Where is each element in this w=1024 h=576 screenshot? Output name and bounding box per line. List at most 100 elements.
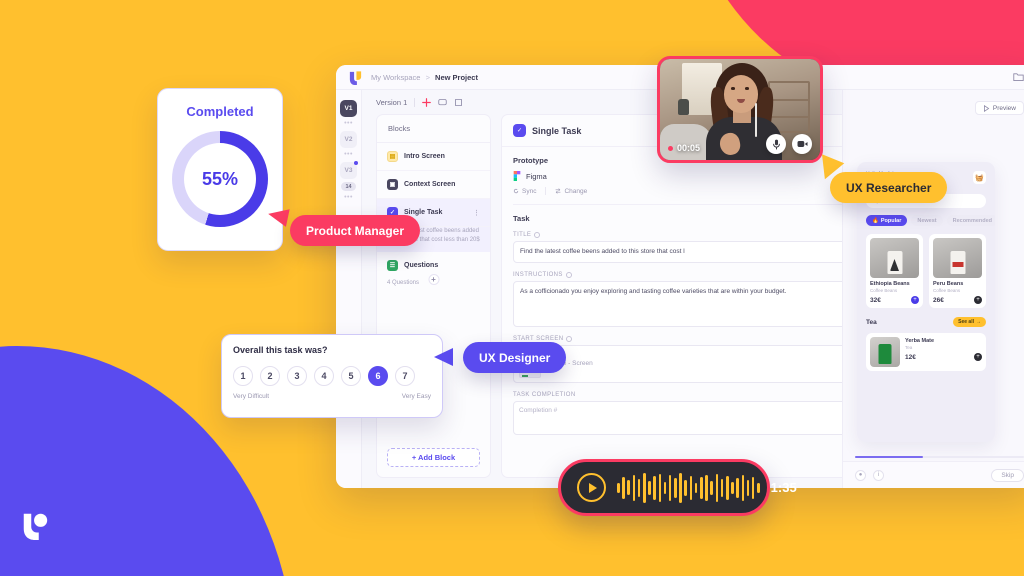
role-pill-label: UX Researcher — [846, 180, 932, 195]
rating-option-6[interactable]: 6 — [368, 366, 388, 386]
version-dots-2: ••• — [344, 151, 353, 158]
rating-low-label: Very Difficult — [233, 393, 270, 400]
tea-product-price: 12€ — [905, 353, 916, 361]
waveform-bar — [637, 478, 641, 497]
phone-avatar[interactable]: 🧺 — [973, 171, 986, 184]
rating-option-2[interactable]: 2 — [260, 366, 280, 386]
waveform-bar — [710, 480, 713, 495]
waveform-bar — [741, 474, 745, 501]
play-triangle-glyph — [588, 482, 597, 493]
block-item-label: Questions — [404, 262, 439, 270]
info-icon[interactable]: i — [873, 469, 884, 481]
rating-question-text: Overall this task was? — [233, 345, 328, 355]
product-card[interactable]: Peru Beans Coffee Beans 26€ + — [929, 234, 986, 308]
breadcrumb-current[interactable]: New Project — [435, 73, 478, 82]
info-icon[interactable] — [565, 271, 572, 278]
info-icon[interactable] — [566, 335, 573, 342]
session-progress-fill — [855, 455, 923, 458]
tea-product-category: Tea — [905, 345, 913, 350]
folder-icon[interactable] — [1013, 72, 1024, 82]
info-icon[interactable] — [534, 232, 541, 238]
waveform-bar — [725, 475, 729, 500]
breadcrumb-workspace[interactable]: My Workspace — [371, 73, 420, 82]
version-chip-v2-label: V2 — [344, 136, 353, 143]
product-price: 26€ — [933, 296, 944, 304]
chip-newest[interactable]: Newest — [911, 215, 943, 226]
prototype-tool-label: Figma — [526, 171, 547, 181]
waveform-bar — [715, 473, 719, 502]
product-name: Ethiopia Beans — [870, 281, 910, 287]
audio-waveform[interactable] — [617, 472, 760, 503]
chip-popular-label: Popular — [880, 217, 902, 224]
prototype-preview-column: Preview Hello Mr. Johnson Find your best… — [842, 90, 1024, 488]
rating-option-3[interactable]: 3 — [287, 366, 307, 386]
participant-eye-left — [731, 87, 735, 90]
settings-sliders-icon[interactable] — [422, 97, 432, 107]
chip-recommended[interactable]: Recommended — [946, 215, 995, 226]
role-pill-ux-designer: UX Designer — [463, 342, 567, 373]
waveform-bar — [653, 475, 656, 500]
video-camera-icon[interactable] — [792, 134, 812, 154]
tea-product-image — [870, 337, 900, 367]
prototype-sync-button[interactable]: Sync — [513, 188, 536, 195]
video-call-widget: 00:05 — [657, 56, 823, 163]
waveform-bar — [658, 473, 662, 502]
block-item-label: Intro Screen — [404, 153, 445, 160]
video-call-timer: 00:05 — [668, 143, 700, 153]
prototype-change-button[interactable]: Change — [555, 188, 587, 195]
participant-face — [724, 75, 758, 113]
add-block-button[interactable]: + Add Block — [387, 448, 480, 467]
add-block-inline-icon[interactable]: + — [428, 274, 439, 286]
preview-button[interactable]: Preview — [974, 101, 1024, 115]
record-indicator-icon[interactable]: ● — [855, 469, 866, 481]
version-chip-v3[interactable]: V3 — [340, 161, 358, 179]
waveform-bar — [694, 482, 698, 493]
waveform-bar — [689, 475, 693, 500]
version-label: Version 1 — [376, 97, 408, 107]
rating-option-5[interactable]: 5 — [341, 366, 361, 386]
version-chip-v2[interactable]: V2 — [340, 131, 357, 148]
add-to-cart-icon[interactable]: + — [911, 296, 919, 304]
waveform-bar — [751, 476, 755, 499]
block-item-context-screen[interactable]: ▣ Context Screen — [377, 171, 490, 199]
add-to-cart-icon[interactable]: + — [974, 296, 982, 304]
prototype-action-divider — [545, 187, 547, 195]
play-icon[interactable] — [577, 473, 606, 502]
rating-option-1[interactable]: 1 — [233, 366, 253, 386]
topbar-right-actions — [1013, 72, 1024, 82]
version-chip-v1[interactable]: V1 — [340, 100, 357, 117]
product-card[interactable]: Ethiopia Beans Coffee Beans 32€ + — [866, 234, 923, 308]
task-instructions-label-text: INSTRUCTIONS — [513, 271, 563, 278]
tea-product-card[interactable]: Yerba Mate Tea 12€ + — [866, 333, 986, 371]
product-image — [870, 238, 919, 278]
add-block-wrap: + Add Block — [377, 438, 490, 477]
waveform-bar — [757, 482, 760, 493]
cushion-background — [660, 124, 712, 160]
useberry-logo — [23, 513, 48, 540]
microphone-icon[interactable] — [766, 134, 786, 154]
tea-price-row: 12€ + — [905, 353, 982, 361]
chip-popular[interactable]: 🔥 Popular — [866, 215, 908, 226]
block-item-questions[interactable]: + ☰ Questions — [377, 252, 490, 286]
share-export-icon[interactable] — [454, 98, 463, 107]
screen-icon: ▣ — [387, 179, 398, 190]
block-item-intro-screen[interactable]: ▤ Intro Screen — [377, 143, 490, 171]
breadcrumb: My Workspace > New Project — [371, 73, 478, 82]
see-all-button[interactable]: See all → — [953, 317, 986, 327]
add-to-cart-icon[interactable]: + — [974, 353, 982, 361]
block-item-menu-icon[interactable]: ⋮ — [473, 209, 480, 217]
waveform-bar — [632, 474, 636, 501]
chip-newest-label: Newest — [917, 217, 937, 224]
start-screen-label-text: START SCREEN — [513, 335, 564, 342]
comment-icon[interactable] — [438, 98, 447, 107]
blocks-panel: Blocks ▤ Intro Screen ▣ Context Screen ✓… — [376, 114, 491, 478]
microphone-glyph — [772, 139, 780, 149]
waveform-bar — [720, 478, 724, 497]
rating-option-7[interactable]: 7 — [395, 366, 415, 386]
prototype-change-label: Change — [564, 187, 588, 195]
session-progress-bar — [855, 455, 1024, 458]
rating-option-4[interactable]: 4 — [314, 366, 334, 386]
skip-button[interactable]: Skip — [991, 468, 1024, 482]
waveform-bar — [700, 476, 703, 499]
participant-eye-right — [745, 87, 749, 90]
